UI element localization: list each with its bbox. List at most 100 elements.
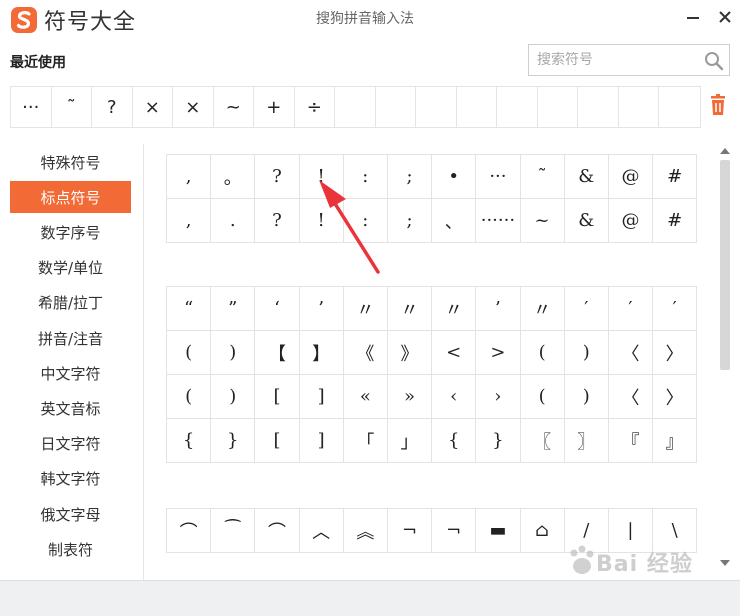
recent-symbol-cell[interactable] [456,87,497,127]
symbol-cell[interactable]: 〃 [387,287,433,331]
symbol-cell[interactable]: { [167,419,212,463]
symbol-cell[interactable]: ’ [299,287,344,331]
close-button[interactable] [712,4,738,30]
symbol-cell[interactable]: ? [255,199,300,243]
symbol-cell[interactable]: ⌂ [520,509,565,553]
trash-icon[interactable] [708,94,728,116]
symbol-cell[interactable]: ) [564,331,609,375]
symbol-cell[interactable]: > [476,331,521,375]
recent-symbol-cell[interactable] [497,87,538,127]
symbol-cell[interactable]: ’ [476,287,521,331]
search-input[interactable] [529,45,699,75]
sidebar-item[interactable]: 俄文字母 [10,498,131,530]
symbol-cell[interactable]: # [653,155,698,199]
sidebar-item[interactable]: 中文字符 [10,357,131,389]
symbol-cell[interactable]: 〃 [343,287,388,331]
symbol-cell[interactable]: ) [564,375,609,419]
sidebar-item[interactable]: 希腊/拉丁 [10,287,131,319]
symbol-cell[interactable]: ⌒ [167,509,212,553]
symbol-cell[interactable]: } [476,419,521,463]
symbol-cell[interactable]: ‘ [255,287,300,331]
symbol-cell[interactable]: ) [211,375,256,419]
symbol-cell[interactable]: « [343,375,388,419]
symbol-cell[interactable]: @ [608,155,654,199]
minimize-button[interactable] [680,4,706,30]
symbol-cell[interactable]: ( [167,375,212,419]
scroll-thumb[interactable] [720,160,730,370]
symbol-cell[interactable]: ” [211,287,256,331]
recent-symbol-cell[interactable]: + [254,87,295,127]
symbol-cell[interactable]: 〈 [608,375,654,419]
recent-symbol-cell[interactable] [416,87,457,127]
symbol-cell[interactable]: 』 [653,419,698,463]
symbol-cell[interactable]: ] [299,419,344,463]
symbol-cell[interactable]: 〖 [520,419,565,463]
symbol-cell[interactable]: 《 [343,331,388,375]
symbol-cell[interactable]: “ [167,287,212,331]
symbol-cell[interactable]: ‹ [432,375,477,419]
symbol-cell[interactable]: ︽ [343,509,388,553]
symbol-cell[interactable]: 。 [211,155,256,199]
symbol-cell[interactable]: ˜ [520,155,565,199]
recent-symbol-cell[interactable]: × [132,87,173,127]
symbol-cell[interactable]: ······ [476,199,521,243]
symbol-cell[interactable]: 『 [608,419,654,463]
symbol-cell[interactable]: › [476,375,521,419]
symbol-cell[interactable]: ) [211,331,256,375]
symbol-cell[interactable]: ? [255,155,300,199]
recent-symbol-cell[interactable]: ··· [11,87,52,127]
symbol-cell[interactable]: [ [255,419,300,463]
sidebar-item[interactable]: 特殊符号 [10,146,131,178]
recent-symbol-cell[interactable]: ~ [213,87,254,127]
symbol-cell[interactable]: ⌒ [255,509,300,553]
symbol-cell[interactable]: ⁀ [211,509,256,553]
symbol-cell[interactable]: » [387,375,433,419]
symbol-cell[interactable]: 》 [387,331,433,375]
symbol-cell[interactable]: < [432,331,477,375]
symbol-cell[interactable]: 〈 [608,331,654,375]
symbol-cell[interactable]: 」 [387,419,433,463]
recent-symbol-cell[interactable] [335,87,376,127]
symbol-cell[interactable]: , [167,199,212,243]
symbol-cell[interactable]: 〃 [432,287,477,331]
recent-symbol-cell[interactable] [618,87,659,127]
symbol-cell[interactable]: 〗 [564,419,609,463]
symbol-cell[interactable]: & [564,199,609,243]
symbol-cell[interactable]: . [211,199,256,243]
symbol-cell[interactable]: 、 [432,199,477,243]
sidebar-item[interactable]: 数学/单位 [10,252,131,284]
symbol-cell[interactable]: 〉 [653,375,698,419]
scrollbar[interactable] [716,144,734,572]
symbol-cell[interactable]: ; [387,199,433,243]
symbol-cell[interactable]: ′ [564,287,609,331]
symbol-cell[interactable]: : [343,155,388,199]
recent-symbol-cell[interactable]: × [173,87,214,127]
sidebar-item[interactable]: 英文音标 [10,392,131,424]
recent-symbol-cell[interactable]: ÷ [294,87,335,127]
symbol-cell[interactable]: ··· [476,155,521,199]
symbol-cell[interactable]: { [432,419,477,463]
symbol-cell[interactable]: 〃 [520,287,565,331]
symbol-cell[interactable]: & [564,155,609,199]
sidebar-item[interactable]: 韩文字符 [10,463,131,495]
symbol-cell[interactable]: 【 [255,331,300,375]
symbol-cell[interactable]: ( [520,331,565,375]
symbol-cell[interactable]: # [653,199,698,243]
symbol-cell[interactable]: ′ [608,287,654,331]
symbol-cell[interactable]: ! [299,199,344,243]
search-icon[interactable] [703,50,725,72]
symbol-cell[interactable]: , [167,155,212,199]
search-box[interactable] [528,44,730,76]
recent-symbol-cell[interactable] [537,87,578,127]
symbol-cell[interactable]: ( [167,331,212,375]
sidebar-item[interactable]: 日文字符 [10,428,131,460]
symbol-cell[interactable]: [ [255,375,300,419]
scroll-up-arrow-icon[interactable] [719,146,731,156]
symbol-cell[interactable]: ~ [520,199,565,243]
recent-symbol-cell[interactable] [375,87,416,127]
symbol-cell[interactable]: ! [299,155,344,199]
symbol-cell[interactable]: ︿ [299,509,344,553]
scroll-down-arrow-icon[interactable] [719,558,731,568]
symbol-cell[interactable]: ¬ [432,509,477,553]
recent-symbol-cell[interactable] [659,87,700,127]
